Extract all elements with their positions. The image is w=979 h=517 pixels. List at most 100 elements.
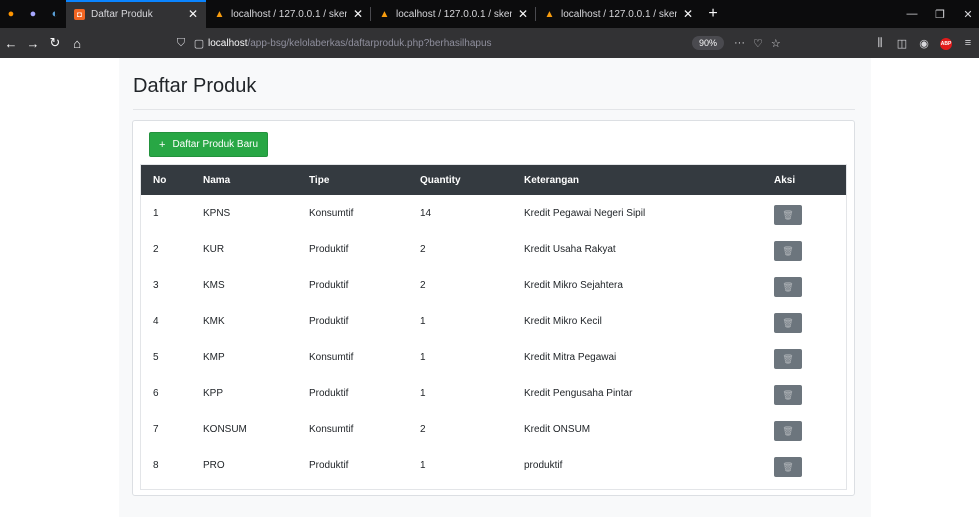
cell-keterangan: Kredit Mikro Sejahtera: [524, 279, 623, 291]
cell-aksi: 🗑: [774, 267, 802, 303]
menu-icon[interactable]: ≡: [957, 37, 979, 49]
cell-aksi: 🗑: [774, 303, 802, 339]
cell-quantity: 1: [420, 387, 426, 399]
cell-tipe: Produktif: [309, 387, 349, 399]
tab-title: localhost / 127.0.0.1 / skema_d: [561, 8, 677, 20]
trash-icon: 🗑: [782, 353, 794, 364]
table-row: 3 KMS Produktif 2 Kredit Mikro Sejahtera 🗑: [141, 267, 846, 303]
url-path: /app-bsg/kelolaberkas/daftarproduk.php?b…: [247, 37, 492, 49]
address-bar[interactable]: ⛉ ▢ localhost/app-bsg/kelolaberkas/dafta…: [172, 33, 807, 53]
delete-button[interactable]: 🗑: [774, 313, 802, 333]
delete-button[interactable]: 🗑: [774, 457, 802, 477]
cell-quantity: 2: [420, 243, 426, 255]
cell-keterangan: Kredit Mitra Pegawai: [524, 351, 617, 363]
delete-button[interactable]: 🗑: [774, 277, 802, 297]
reload-icon[interactable]: ↻: [44, 28, 66, 58]
star-bookmark-icon[interactable]: ☆: [771, 37, 781, 50]
tab-phpmyadmin-2[interactable]: ▲ localhost / 127.0.0.1 / skema_d ✕: [371, 0, 536, 28]
cell-aksi: 🗑: [774, 375, 802, 411]
restore-icon[interactable]: ❐: [926, 0, 954, 28]
delete-button[interactable]: 🗑: [774, 205, 802, 225]
table-row: 1 KPNS Konsumtif 14 Kredit Pegawai Negeri Si…: [141, 195, 846, 231]
forward-icon[interactable]: →: [22, 28, 44, 58]
cell-tipe: Produktif: [309, 459, 349, 471]
phpmyadmin-icon: ▲: [379, 8, 390, 20]
product-card: + Daftar Produk Baru No Nama Tipe Quanti…: [132, 120, 855, 496]
back-icon[interactable]: ←: [0, 28, 22, 58]
trash-icon: 🗑: [782, 245, 794, 256]
minimize-icon[interactable]: —: [898, 0, 926, 28]
cell-tipe: Produktif: [309, 279, 349, 291]
add-product-button[interactable]: + Daftar Produk Baru: [149, 132, 269, 157]
delete-button[interactable]: 🗑: [774, 349, 802, 369]
firefox-view-icon[interactable]: ●: [0, 0, 22, 28]
cell-no: 3: [153, 279, 159, 291]
trash-icon: 🗑: [782, 209, 794, 220]
phpmyadmin-icon: ▲: [214, 8, 225, 20]
cell-nama: PRO: [203, 459, 225, 471]
table-row: 8 PRO Produktif 1 produktif 🗑: [141, 447, 846, 483]
cell-tipe: Produktif: [309, 315, 349, 327]
column-header-nama[interactable]: Nama: [203, 165, 230, 195]
cell-nama: KPP: [203, 387, 224, 399]
cell-quantity: 1: [420, 351, 426, 363]
close-icon[interactable]: ✕: [188, 7, 198, 21]
cell-quantity: 2: [420, 279, 426, 291]
cell-aksi: 🗑: [774, 231, 802, 267]
close-icon[interactable]: ✕: [683, 7, 693, 21]
close-icon[interactable]: ✕: [518, 7, 528, 21]
pocket-icon[interactable]: ♡: [753, 37, 763, 50]
table-header: No Nama Tipe Quantity Keterangan Aksi: [141, 165, 846, 195]
delete-button[interactable]: 🗑: [774, 241, 802, 261]
cell-keterangan: Kredit Pengusaha Pintar: [524, 387, 633, 399]
adblock-plus-icon[interactable]: ABP: [935, 36, 957, 50]
window-close-icon[interactable]: ✕: [954, 0, 979, 28]
close-icon[interactable]: ✕: [353, 7, 363, 21]
column-header-aksi: Aksi: [774, 174, 796, 186]
home-icon[interactable]: ⌂: [66, 28, 88, 58]
container-icon[interactable]: ●: [22, 0, 44, 28]
table-row: 4 KMK Produktif 1 Kredit Mikro Kecil 🗑: [141, 303, 846, 339]
cell-no: 6: [153, 387, 159, 399]
shield-icon[interactable]: ⛉: [172, 37, 190, 50]
cell-no: 5: [153, 351, 159, 363]
page-container: Daftar Produk + Daftar Produk Baru No Na…: [119, 58, 871, 517]
trash-icon: 🗑: [782, 461, 794, 472]
table-row: 6 KPP Produktif 1 Kredit Pengusaha Pintar 🗑: [141, 375, 846, 411]
delete-button[interactable]: 🗑: [774, 421, 802, 441]
column-header-no[interactable]: No: [153, 165, 166, 195]
cell-nama: KPNS: [203, 207, 231, 219]
column-header-keterangan[interactable]: Keterangan: [524, 165, 579, 195]
sidebar-icon[interactable]: ◫: [891, 37, 913, 50]
table-row: 2 KUR Produktif 2 Kredit Usaha Rakyat 🗑: [141, 231, 846, 267]
new-tab-icon[interactable]: +: [701, 0, 725, 28]
cell-quantity: 1: [420, 459, 426, 471]
tab-title: Daftar Produk: [91, 8, 153, 20]
title-divider: [133, 109, 855, 110]
library-icon[interactable]: ⫼: [869, 37, 891, 50]
column-header-tipe[interactable]: Tipe: [309, 165, 329, 195]
cell-tipe: Konsumtif: [309, 423, 354, 435]
cell-tipe: Konsumtif: [309, 351, 354, 363]
tab-daftar-produk[interactable]: ◘ Daftar Produk ✕: [66, 0, 206, 28]
browser-tab-bar: ● ● ◐ ◘ Daftar Produk ✕ ▲ localhost / 12…: [0, 0, 979, 28]
bookmark-logo-icon[interactable]: ◐: [44, 0, 66, 28]
cell-no: 4: [153, 315, 159, 327]
zoom-level[interactable]: 90%: [692, 36, 725, 50]
page-actions-icon[interactable]: ···: [734, 37, 745, 49]
cell-aksi: 🗑: [774, 339, 802, 375]
tab-phpmyadmin-1[interactable]: ▲ localhost / 127.0.0.1 / skema_d ✕: [206, 0, 371, 28]
column-header-quantity[interactable]: Quantity: [420, 165, 461, 195]
page-icon: ▢: [193, 37, 205, 50]
account-icon[interactable]: ◉: [913, 37, 935, 50]
table-row: 7 KONSUM Konsumtif 2 Kredit ONSUM 🗑: [141, 411, 846, 447]
cell-keterangan: Kredit Mikro Kecil: [524, 315, 602, 327]
adblock-plus-label: ABP: [940, 38, 952, 50]
tab-phpmyadmin-3[interactable]: ▲ localhost / 127.0.0.1 / skema_d ✕: [536, 0, 701, 28]
table-row: 5 KMP Konsumtif 1 Kredit Mitra Pegawai 🗑: [141, 339, 846, 375]
cell-tipe: Konsumtif: [309, 207, 354, 219]
cell-aksi: 🗑: [774, 195, 802, 231]
phpmyadmin-icon: ▲: [544, 8, 555, 20]
delete-button[interactable]: 🗑: [774, 385, 802, 405]
browser-navigation-bar: ← → ↻ ⌂ ⛉ ▢ localhost/app-bsg/kelolaberk…: [0, 28, 979, 58]
